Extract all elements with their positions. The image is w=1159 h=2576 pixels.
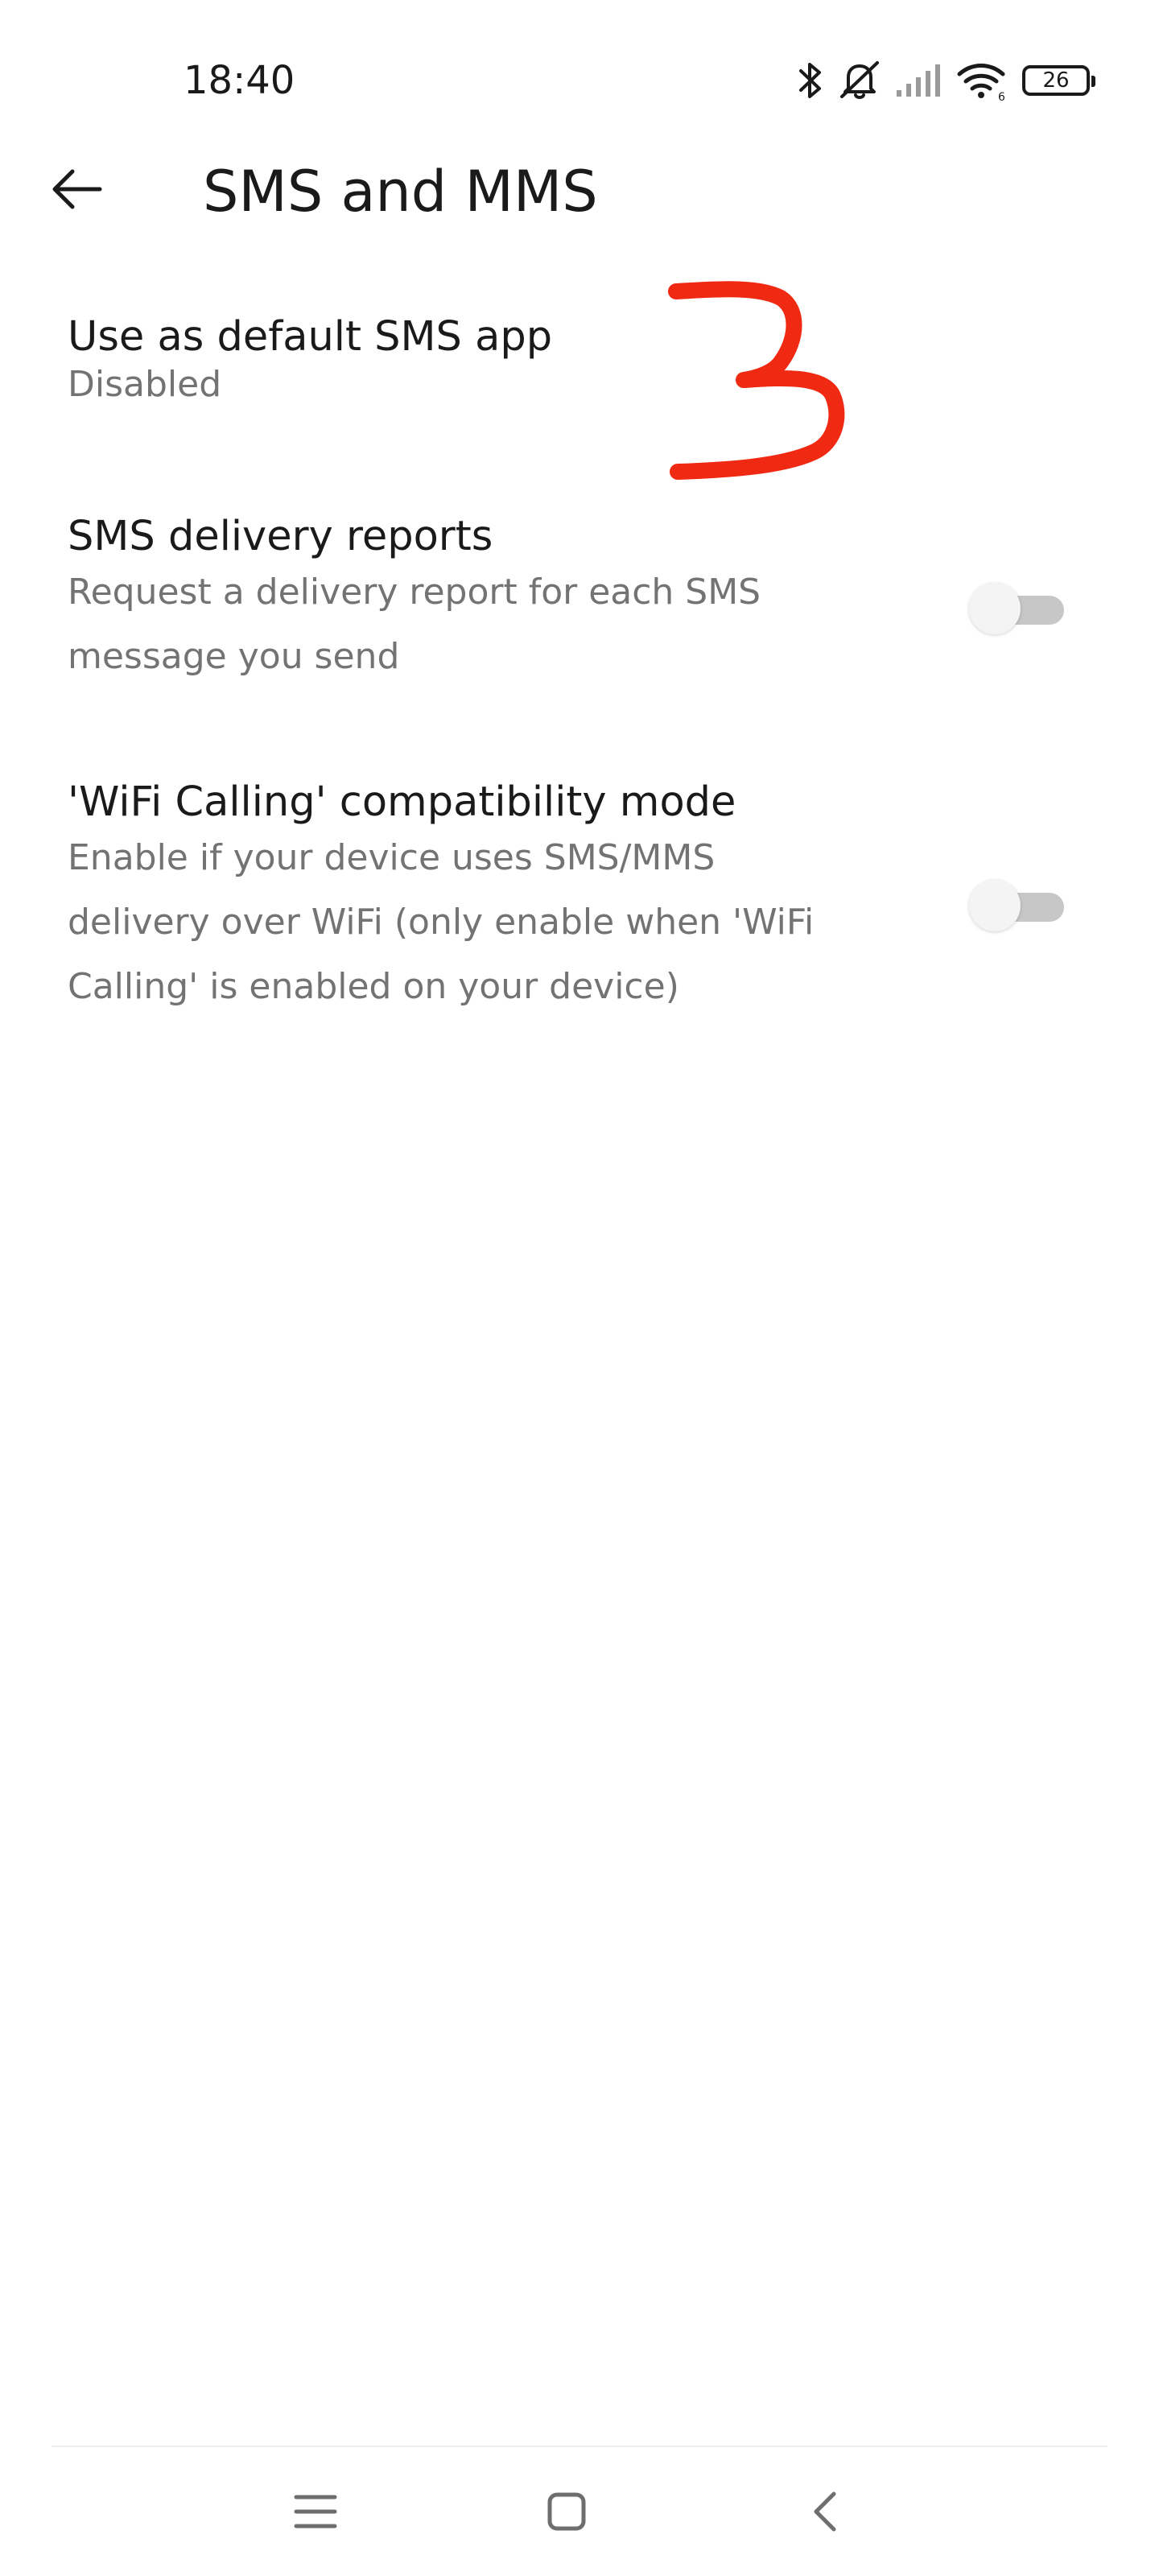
recents-button[interactable] [275,2471,356,2552]
bluetooth-icon [799,63,821,98]
setting-sms-delivery-reports[interactable]: SMS delivery reports Request a delivery … [0,499,1159,708]
setting-title: Use as default SMS app [68,313,553,361]
status-icons: 6 26 [784,56,1095,105]
battery-level: 26 [1042,68,1070,93]
app-bar: SMS and MMS [0,137,1159,242]
setting-summary: Request a delivery report for each SMS m… [68,572,761,677]
navigation-bar [0,2447,1159,2576]
system-back-button[interactable] [784,2471,864,2552]
bell-muted-icon [840,61,879,99]
setting-summary: Enable if your device uses SMS/MMS deliv… [68,837,815,1007]
status-time: 18:40 [184,58,295,103]
setting-title: 'WiFi Calling' compatibility mode [68,778,736,826]
arrow-left-icon [52,169,102,209]
wifi-6-icon: 6 [957,64,1005,101]
wifi-calling-toggle[interactable] [969,880,1064,931]
toggle-knob [969,583,1021,634]
svg-text:6: 6 [998,91,1005,101]
setting-default-sms-app[interactable]: Use as default SMS app Disabled [0,298,1159,459]
cellular-signal-icon [897,64,940,97]
back-chevron-icon [814,2491,836,2532]
home-button[interactable] [526,2471,607,2552]
setting-title: SMS delivery reports [68,513,493,560]
toggle-knob [969,880,1021,931]
home-square-icon [547,2492,586,2531]
page-title: SMS and MMS [203,159,598,225]
delivery-reports-toggle[interactable] [969,583,1064,634]
handwritten-number-annotation [668,281,845,480]
battery-icon: 26 [1022,65,1095,96]
menu-icon [294,2495,337,2529]
back-button[interactable] [42,155,111,224]
setting-wifi-calling-compat[interactable]: 'WiFi Calling' compatibility mode Enable… [0,765,1159,1038]
